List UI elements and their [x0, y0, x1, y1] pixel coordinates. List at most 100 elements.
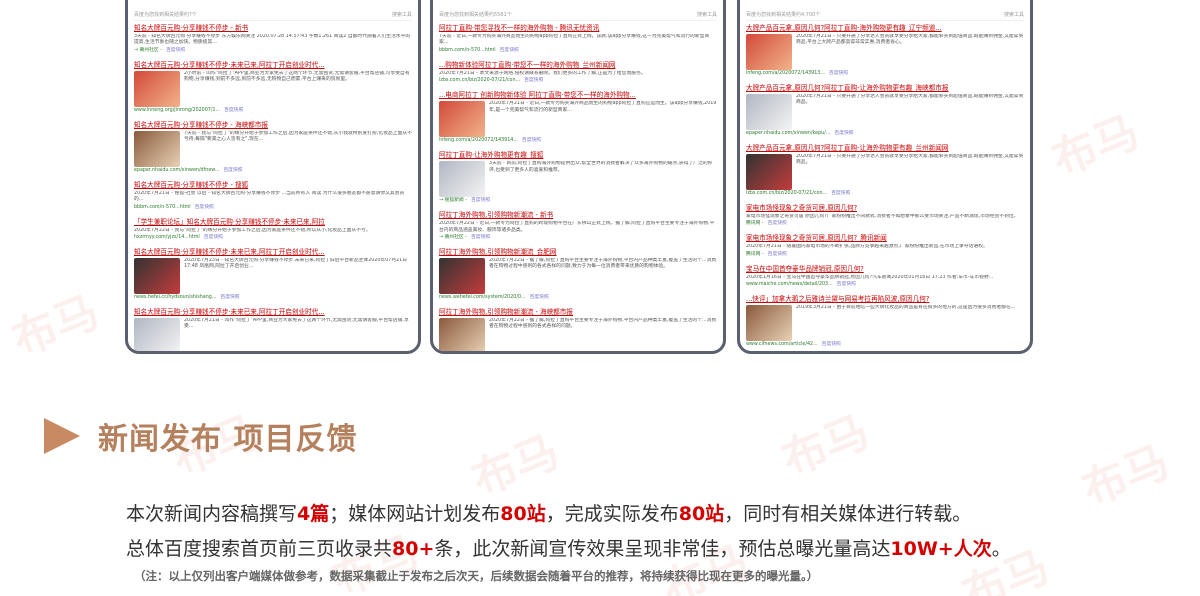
- cache-link[interactable]: 百度快照: [834, 131, 853, 136]
- result-title-link[interactable]: 知名大牌百元购·分享赚钱不停步 - 搜狐: [134, 181, 412, 190]
- result-title-link[interactable]: 大牌产品百元拿,原因几何?阿拉丁直购-海外购物更有趣_辽宁频道...: [746, 24, 1024, 33]
- result-url-text[interactable]: lzbs.com.cn/biz/2020-07/21/con...: [746, 191, 827, 196]
- result-title-link[interactable]: 大牌产品百元拿,原因几何?阿拉丁直购-让海外购物更有趣_兰州新闻网: [746, 144, 1024, 153]
- section-title: 新闻发布 项目反馈: [98, 422, 358, 457]
- cache-link[interactable]: 百度快照: [471, 198, 490, 203]
- result-title-link[interactable]: 知名大牌百元购·分享赚钱不停步·未来已来,阿拉丁开启创业时代...: [134, 248, 412, 257]
- result-body: 2019年3月21日 - 由于目前相信一些大牌化妆品的商品是有在很多的地方的,这…: [746, 305, 1024, 342]
- result-snippet: 2020年7月21日 - 只要开通了分享达人会员就享受分享给大家,都能够买到超值…: [796, 94, 1024, 106]
- watermark: 布马: [1075, 436, 1177, 517]
- cache-link[interactable]: 百度快照: [471, 235, 490, 240]
- result-body: 2020年7月21日 - 搜狐-社会 以后 - 知名大牌百元购·分享赚钱不停步 …: [134, 191, 412, 204]
- result-title-link[interactable]: 知名大牌百元购·分享赚钱不停步·未来已来,阿拉丁开启创业时代...: [134, 308, 412, 317]
- result-thumbnail[interactable]: [134, 70, 180, 107]
- result-url-text[interactable]: bbbm.com/n-570...html: [439, 48, 496, 53]
- cache-link[interactable]: 百度快照: [166, 48, 185, 53]
- cache-link[interactable]: 百度快照: [522, 138, 541, 143]
- result-url-text[interactable]: www.cifnews.com/article/42...: [746, 342, 818, 347]
- cache-link[interactable]: 百度快照: [500, 48, 519, 53]
- result-thumbnail[interactable]: [746, 154, 792, 190]
- result-title-link[interactable]: 宝马在中国首夺豪华品牌销冠,原因几何?: [746, 265, 1024, 274]
- cache-link[interactable]: 百度快照: [530, 295, 549, 300]
- result-thumbnail[interactable]: [746, 305, 792, 342]
- result-url-text[interactable]: news.hefei.cc/hydsoun/shishang...: [134, 295, 216, 300]
- result-title-link[interactable]: 阿拉丁直购·带您寻找不一样的海外购物 - 腾讯无忧资讯: [439, 24, 717, 33]
- result-thumbnail[interactable]: [746, 94, 792, 130]
- result-thumbnail[interactable]: [439, 161, 485, 198]
- cache-link[interactable]: 百度快照: [831, 191, 850, 196]
- result-thumbnail[interactable]: [439, 318, 485, 351]
- cache-link[interactable]: 百度快照: [837, 282, 856, 287]
- result-title-link[interactable]: 阿拉丁海外购物,引领购物新潮流 - 海峡都市报: [439, 308, 717, 317]
- result-snippet: 2020年7月21日 - 叫作"阿拉丁"APP里,商业为大家免去了这两个环节,无…: [184, 318, 409, 330]
- result-body: 2020年7月21日 - 只要开通了分享达人会员就享受分享给大家,都能够买到超值…: [746, 34, 1024, 70]
- search-tools-link[interactable]: 搜索工具: [1004, 9, 1024, 20]
- result-url-text[interactable]: lnfeng.com/a/2020072/143914...: [439, 138, 518, 143]
- highlight-value: 10W+人次: [890, 538, 992, 560]
- result-title-link[interactable]: 知名大牌百元购·分享赚钱不停步·未来已来,阿拉丁开启创业时代...: [134, 61, 412, 70]
- result-snippet: 7天前 - 我与"阿拉丁"的缘分开始于参加工作之后,因为家庭条件还不错,从小我就…: [184, 130, 412, 143]
- result-url-text[interactable]: 腾讯网 -: [746, 221, 764, 226]
- result-title-link[interactable]: ...电商阿拉丁 创新购物新体验 阿拉丁直购·带您不一样的海外购物...: [439, 91, 717, 100]
- result-snippet: 2020年7月23日 - 知名大牌百元购·分享赚钱不停步,未来已来,阿拉丁旧启平…: [184, 258, 408, 270]
- cache-link[interactable]: 百度快照: [822, 342, 841, 347]
- cache-link[interactable]: 百度快照: [204, 235, 223, 240]
- cache-link[interactable]: 百度快照: [524, 78, 543, 83]
- result-url-text[interactable]: www.lnneng.org/jinrong/202007/1...: [134, 108, 220, 113]
- search-result: 阿拉丁直购·让海外购物更有趣_搜狐 3天前 - 目前,阿拉丁直购海外购物提供出众,…: [439, 148, 717, 208]
- result-url-text[interactable]: bbbm.com/n-570...html: [134, 205, 191, 210]
- result-thumbnail[interactable]: [439, 258, 485, 295]
- section-heading: 新闻发布 项目反馈: [44, 416, 358, 457]
- cache-link[interactable]: 百度快照: [768, 221, 787, 226]
- result-url-text[interactable]: news.wehefei.com/system/2020/0...: [439, 295, 526, 300]
- result-url-text[interactable]: 腾讯网 -: [746, 252, 764, 257]
- result-title-link[interactable]: ...快评」加拿大鹅之后雅诗兰黛与网易考拉再陷风波,原因几何?: [746, 295, 1024, 304]
- result-url-text[interactable]: lzbs.com.cn/biz/2020-07/21/con...: [439, 78, 520, 83]
- result-title-link[interactable]: 「学生兼职论坛」知名大牌百元购·分享赚钱不停步·未来已来,阿拉: [134, 218, 412, 227]
- summary-text: 条，此次新闻宣传效果呈现非常佳，预估总曝光量高达: [434, 538, 891, 560]
- result-title-link[interactable]: 家电市场怪现象之奇货可居,原因几何?_腾讯新闻: [746, 234, 1024, 243]
- result-url-text[interactable]: epaper.nhaidu.com/xinwen/kepu/...: [746, 131, 830, 136]
- summary-text: ，同时有相关媒体进行转载。: [724, 503, 972, 525]
- search-result: 知名大牌百元购·分享赚钱不停步 - 新书 3天前 - 知名大牌百元购·分享赚钱不停…: [134, 21, 412, 58]
- cache-link[interactable]: 百度快照: [224, 108, 243, 113]
- search-result: 宝马在中国首夺豪华品牌销冠,原因几何? 2020年1月16日 - 宝马在中国首夺豪…: [746, 262, 1024, 292]
- result-title-link[interactable]: 家电市场怪现象之奇货可居,原因几何?: [746, 204, 1024, 213]
- search-result: 家电市场怪现象之奇货可居,原因几何? 家电市场怪现象之奇货可居 原因几何?厂家纷纷…: [746, 201, 1024, 231]
- cache-link[interactable]: 百度快照: [220, 295, 239, 300]
- result-thumbnail[interactable]: [134, 258, 180, 295]
- result-title-link[interactable]: 知名大牌百元购·分享赚钱不停步 - 海峡都市报: [134, 121, 412, 130]
- result-snippet: 2020年7月22日 - 据了解,阿拉丁直购平台主要专注于海外购物,平台内产品种…: [489, 318, 717, 330]
- result-title-link[interactable]: 知名大牌百元购·分享赚钱不停步 - 新书: [134, 24, 412, 33]
- cache-link[interactable]: 百度快照: [768, 252, 787, 257]
- result-url-text[interactable]: www.maiche.com/news/detail/203...: [746, 282, 833, 287]
- result-title-link[interactable]: 阿拉丁直购·让海外购物更有趣_搜狐: [439, 151, 717, 160]
- result-url: → 莆州社区 - 百度快照: [439, 234, 717, 241]
- result-url: bbbm.com/n-570...html 百度快照: [439, 47, 717, 54]
- result-body: 2020年7月21日 - 随着国内家电市场的不断扩张,品牌方竞争越来越激烈,厂家…: [746, 244, 1024, 250]
- result-url: news.wehefei.com/system/2020/0... 百度快照: [439, 294, 717, 301]
- search-result: 大牌产品百元拿,原因几何?阿拉丁直购-让海外购物更有趣_海峡都市报 2020年7月…: [746, 81, 1024, 141]
- result-url-text[interactable]: → 搜狐新闻 -: [439, 198, 467, 203]
- search-tools-link[interactable]: 搜索工具: [392, 9, 412, 20]
- result-title-link[interactable]: ...购物新体验阿拉丁直购·带您不一样的海外购物_兰州新闻网: [439, 61, 717, 70]
- result-body: 2020年7月21日 - 只要开通了分享达人会员就享受分享给大家,都能够买到超值…: [746, 154, 1024, 190]
- result-url-text[interactable]: hxzrmyy.com/yjzs/14...html: [134, 235, 200, 240]
- cache-link[interactable]: 百度快照: [829, 71, 848, 76]
- summary-text: 总体百度搜索首页前三页收录共: [126, 538, 393, 560]
- result-thumbnail[interactable]: [746, 34, 792, 70]
- result-url-text[interactable]: epaper.nhaidu.com/xinwen/dfnew...: [134, 168, 219, 173]
- result-url-text[interactable]: lnfeng.com/a/2020072/143913...: [746, 71, 825, 76]
- result-url-text[interactable]: → 莆州社区 -: [439, 235, 467, 240]
- result-thumbnail[interactable]: [439, 101, 485, 138]
- result-thumbnail[interactable]: [134, 130, 180, 167]
- result-url: lzbs.com.cn/biz/2020-07/21/con... 百度快照: [746, 190, 1024, 197]
- cache-link[interactable]: 百度快照: [195, 205, 214, 210]
- result-title-link[interactable]: 大牌产品百元拿,原因几何?阿拉丁直购-让海外购物更有趣_海峡都市报: [746, 84, 1024, 93]
- search-tools-link[interactable]: 搜索工具: [697, 9, 717, 20]
- cache-link[interactable]: 百度快照: [223, 168, 242, 173]
- result-title-link[interactable]: 阿拉丁海外购物,引领购物新潮流 - 新书: [439, 211, 717, 220]
- result-url-text[interactable]: → 莆州社区 -: [134, 48, 162, 53]
- result-title-link[interactable]: 阿拉丁海外购物,引领购物新潮流_合肥网: [439, 248, 717, 257]
- result-thumbnail[interactable]: [134, 318, 180, 351]
